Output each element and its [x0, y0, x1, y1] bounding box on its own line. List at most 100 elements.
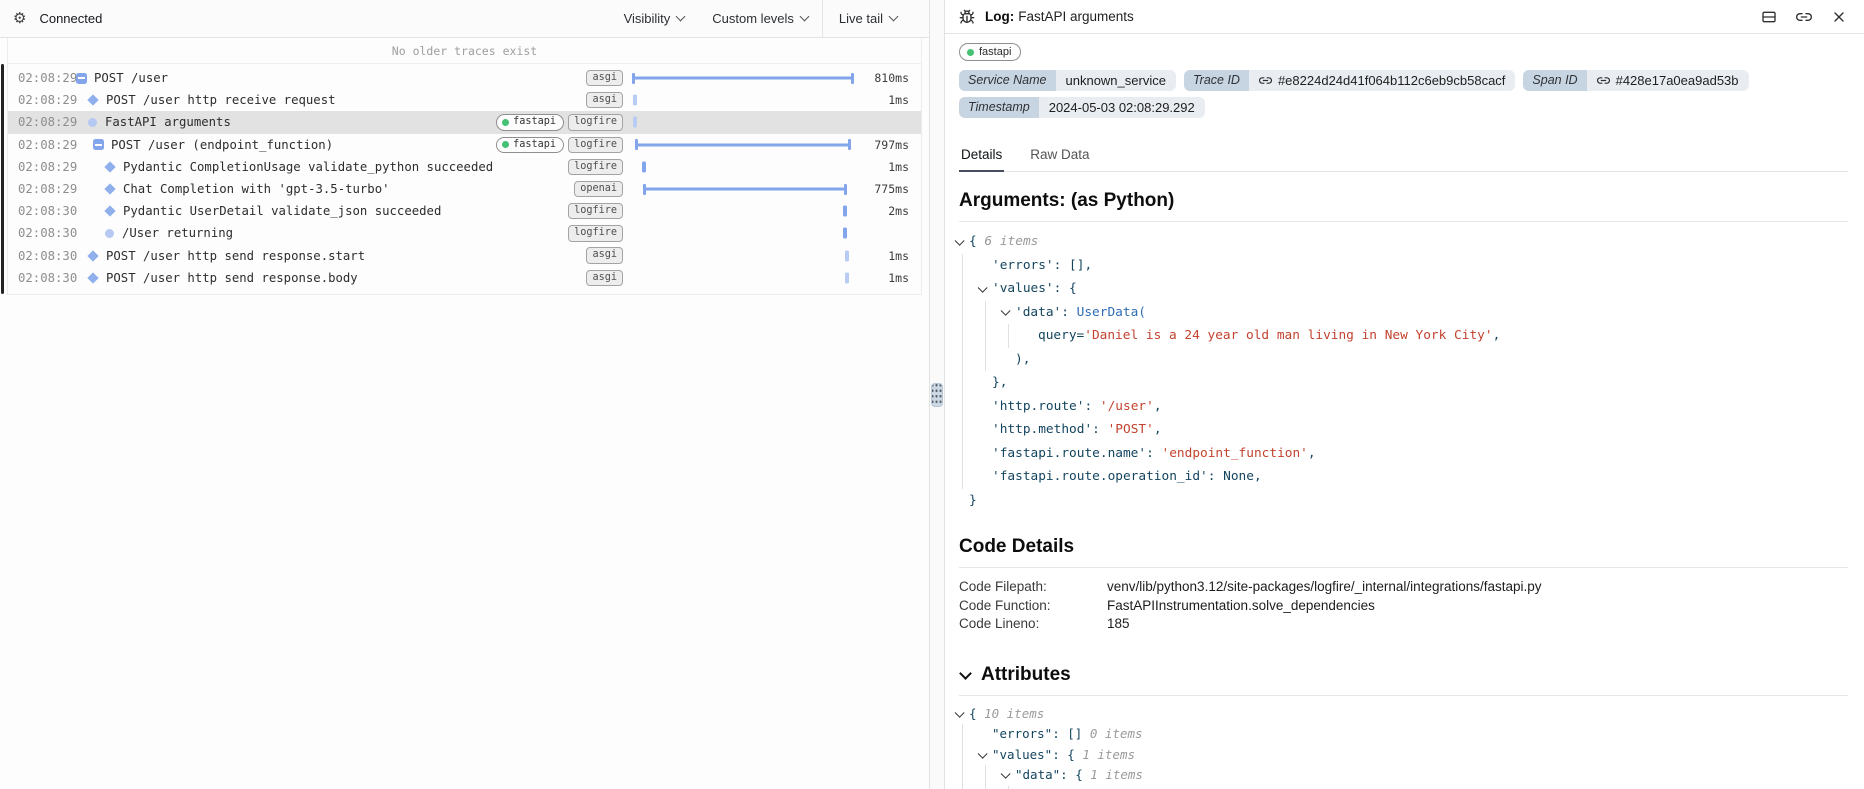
- span-diamond-icon: [87, 250, 98, 261]
- duration-bar: [633, 77, 853, 80]
- code-token: "values": {: [992, 747, 1082, 762]
- duration-tick: [843, 206, 847, 217]
- app-root: ⚙ Connected Visibility Custom levels Liv…: [0, 0, 1864, 789]
- collapse-chevron-icon[interactable]: [955, 708, 964, 717]
- duration-label: 2ms: [853, 204, 909, 218]
- chevron-down-icon: [799, 12, 809, 22]
- attributes-collapse-toggle[interactable]: Attributes: [959, 664, 1848, 686]
- code-token: UserData(: [1077, 305, 1146, 320]
- badge-label: asgi: [592, 72, 617, 83]
- duration-tick: [633, 117, 637, 128]
- trace-row[interactable]: 02:08:30Pydantic UserDetail validate_jso…: [8, 200, 921, 222]
- code-detail-row: Code Filepath:venv/lib/python3.12/site-p…: [959, 578, 1848, 597]
- trace-row[interactable]: 02:08:29POST /user (endpoint_function)fa…: [8, 134, 921, 156]
- trace-row[interactable]: 02:08:29FastAPI argumentsfastapilogfire: [8, 111, 921, 133]
- indent-guide-line: [985, 765, 986, 786]
- custom-levels-dropdown[interactable]: Custom levels: [698, 0, 822, 37]
- code-detail-label: Code Function:: [959, 597, 1107, 616]
- visibility-dropdown[interactable]: Visibility: [610, 0, 699, 37]
- indent-guide-line: [1008, 324, 1009, 348]
- collapse-chevron-icon[interactable]: [1001, 769, 1010, 778]
- badge-label: openai: [580, 183, 617, 194]
- code-token: }: [969, 493, 977, 508]
- indent-guide-line: [962, 745, 963, 766]
- collapse-chevron-icon[interactable]: [955, 236, 964, 245]
- green-dot-icon: [502, 119, 509, 126]
- close-panel-button[interactable]: [1830, 8, 1848, 26]
- trace-span-name: FastAPI arguments: [105, 115, 231, 129]
- badge-label: fastapi: [513, 139, 556, 151]
- duration-tick: [845, 272, 849, 283]
- tree-line: 'http.method': 'POST',: [959, 418, 1848, 442]
- divider-drag-handle[interactable]: [931, 383, 943, 407]
- trace-row[interactable]: 02:08:29POST /userasgi810ms: [8, 67, 921, 89]
- no-older-traces-notice: No older traces exist: [8, 38, 921, 64]
- trace-list-panel: ⚙ Connected Visibility Custom levels Liv…: [0, 0, 929, 789]
- duration-label: 1ms: [853, 160, 909, 174]
- meta-service-name: Service Nameunknown_service: [959, 70, 1176, 91]
- tree-line: 'values': {: [959, 277, 1848, 301]
- duration-tick: [845, 250, 849, 261]
- header-action-icons: [1760, 8, 1848, 26]
- tree-line: 'http.route': '/user',: [959, 395, 1848, 419]
- link-icon: [1796, 9, 1812, 25]
- trace-timestamp: 02:08:29: [18, 93, 70, 107]
- trace-timestamp: 02:08:30: [18, 271, 70, 285]
- log-detail-panel: Log:FastAPI arguments: [945, 0, 1864, 789]
- bug-icon: [959, 9, 975, 25]
- live-tail-dropdown-label: Live tail: [839, 11, 883, 26]
- meta-value[interactable]: #e8224d24d41f064b112c6eb9cb58cacf: [1249, 70, 1515, 91]
- code-detail-value: FastAPIInstrumentation.solve_dependencie…: [1107, 597, 1375, 616]
- indent-guide-line: [962, 395, 963, 419]
- trace-row[interactable]: 02:08:29Pydantic CompletionUsage validat…: [8, 156, 921, 178]
- log-tags-row: fastapi: [959, 43, 1848, 61]
- trace-row[interactable]: 02:08:29Chat Completion with 'gpt-3.5-tu…: [8, 178, 921, 200]
- duration-bar-zone: [633, 245, 853, 267]
- live-tail-dropdown[interactable]: Live tail: [833, 0, 903, 37]
- badge-label: asgi: [592, 249, 617, 260]
- left-scrollbar[interactable]: [1, 64, 4, 294]
- settings-gear-icon[interactable]: ⚙: [13, 11, 26, 26]
- tree-line: "query": "Daniel is a 24 year old man li…: [959, 786, 1848, 789]
- link-icon: [1597, 74, 1610, 87]
- duration-bar-zone: [633, 89, 853, 111]
- code-token: 'errors': [],: [992, 258, 1092, 273]
- tab-raw-data[interactable]: Raw Data: [1028, 140, 1091, 172]
- badge-label: asgi: [592, 272, 617, 283]
- code-token: ,: [1154, 399, 1162, 414]
- log-detail-body: fastapi Service Nameunknown_serviceTrace…: [945, 43, 1864, 789]
- code-detail-row: Code Function:FastAPIInstrumentation.sol…: [959, 597, 1848, 616]
- meta-value[interactable]: #428e17a0ea9ad53b: [1587, 70, 1749, 91]
- badge-asgi: asgi: [586, 92, 623, 108]
- indent-guide-line: [962, 786, 963, 789]
- badge-asgi: asgi: [586, 270, 623, 286]
- split-panel-icon: [1761, 9, 1777, 25]
- attributes-json-tree: { 10 items"errors": [] 0 items"values": …: [959, 704, 1848, 789]
- trace-timestamp: 02:08:30: [18, 226, 70, 240]
- trace-row[interactable]: 02:08:30POST /user http send response.bo…: [8, 267, 921, 289]
- collapse-chevron-icon[interactable]: [978, 283, 987, 292]
- duration-bar-zone: [633, 267, 853, 289]
- copy-link-button[interactable]: [1795, 8, 1813, 26]
- collapse-minus-icon[interactable]: [76, 73, 87, 84]
- duration-label: 797ms: [853, 138, 909, 152]
- trace-row[interactable]: 02:08:29POST /user http receive requesta…: [8, 89, 921, 111]
- collapse-chevron-icon[interactable]: [1001, 306, 1010, 315]
- trace-badges: asgi: [586, 70, 623, 86]
- trace-row[interactable]: 02:08:30POST /user http send response.st…: [8, 245, 921, 267]
- trace-row[interactable]: 02:08:30/User returninglogfire: [8, 222, 921, 244]
- indent-guide-line: [962, 371, 963, 395]
- trace-badges: asgi: [586, 92, 623, 108]
- collapse-minus-icon[interactable]: [93, 139, 104, 150]
- badge-label: logfire: [574, 139, 617, 150]
- split-panel-button[interactable]: [1760, 8, 1778, 26]
- badge-logfire: logfire: [568, 225, 623, 241]
- section-rule: [959, 695, 1848, 696]
- tab-details[interactable]: Details: [959, 140, 1004, 172]
- collapse-chevron-icon[interactable]: [978, 749, 987, 758]
- indent-guide-line: [962, 465, 963, 489]
- visibility-dropdown-label: Visibility: [624, 11, 671, 26]
- chevron-down-icon: [959, 667, 972, 680]
- code-token: ,: [1308, 446, 1316, 461]
- badge-label: logfire: [574, 116, 617, 127]
